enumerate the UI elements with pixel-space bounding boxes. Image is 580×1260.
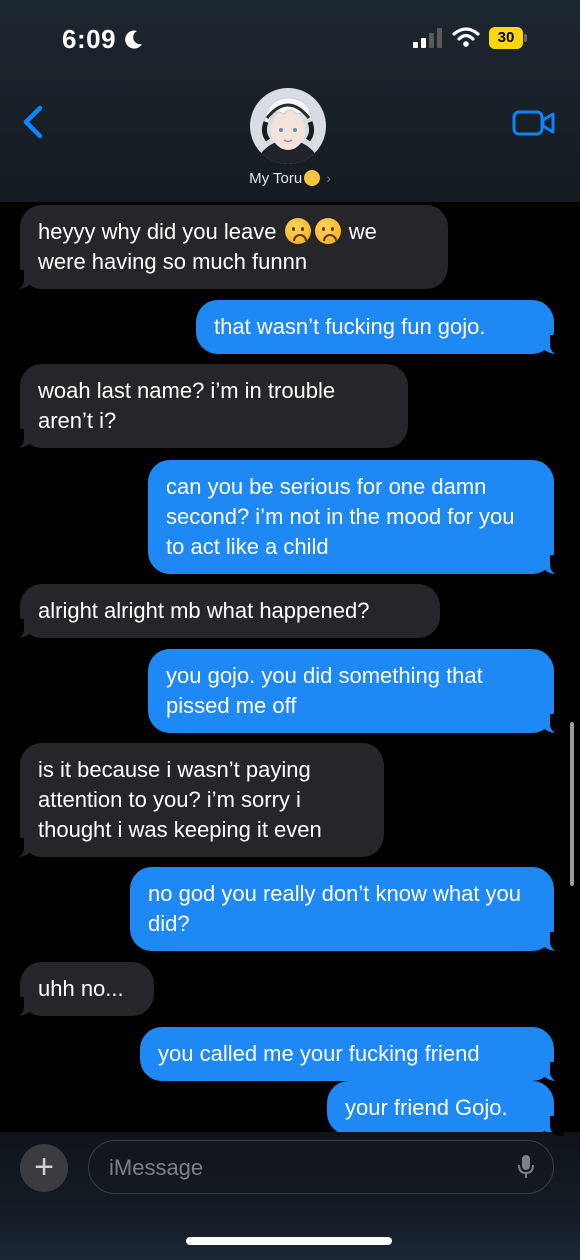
frowning-face-emoji-icon <box>284 218 311 244</box>
outgoing-message[interactable]: you called me your fucking friend <box>140 1027 564 1082</box>
message-composer: + <box>0 1132 580 1260</box>
message-text: heyyy why did you leave we were having s… <box>38 217 430 277</box>
message-list[interactable]: heyyy why did you leave we were having s… <box>0 202 580 1136</box>
scroll-indicator[interactable] <box>570 722 574 886</box>
frowning-face-emoji-icon <box>314 218 341 244</box>
message-text: woah last name? i’m in trouble aren’t i? <box>38 378 336 433</box>
message-text: is it because i wasn’t paying attention … <box>38 757 322 842</box>
outgoing-message[interactable]: you gojo. you did something that pissed … <box>148 649 564 734</box>
incoming-message[interactable]: alright alright mb what happened? <box>10 584 440 639</box>
message-text: that wasn’t fucking fun gojo. <box>214 314 486 339</box>
battery-tip <box>524 34 527 42</box>
incoming-message[interactable]: is it because i wasn’t paying attention … <box>10 743 384 858</box>
message-text: you gojo. you did something that pissed … <box>166 663 483 718</box>
message-text: can you be serious for one damn second? … <box>166 474 515 559</box>
outgoing-message[interactable]: can you be serious for one damn second? … <box>148 460 564 575</box>
microphone-icon[interactable] <box>517 1154 535 1180</box>
incoming-message[interactable]: woah last name? i’m in trouble aren’t i? <box>10 364 408 449</box>
chevron-left-icon <box>23 105 43 139</box>
back-button[interactable] <box>18 104 48 140</box>
message-field[interactable] <box>88 1140 554 1194</box>
avatar-image <box>250 88 326 164</box>
chevron-right-icon: › <box>326 170 331 186</box>
message-text: uhh no... <box>38 976 124 1001</box>
contact-avatar[interactable] <box>250 88 326 164</box>
incoming-message[interactable]: uhh no... <box>10 962 154 1017</box>
moon-icon <box>125 30 142 49</box>
wifi-icon <box>452 27 480 47</box>
cellular-signal-icon <box>413 28 442 48</box>
add-attachment-button[interactable]: + <box>20 1144 68 1192</box>
facetime-video-button[interactable] <box>512 108 556 138</box>
outgoing-message[interactable]: no god you really don’t know what you di… <box>130 867 564 952</box>
status-time: 6:09 <box>62 24 117 54</box>
outgoing-message[interactable]: that wasn’t fucking fun gojo. <box>196 300 564 355</box>
home-indicator[interactable] <box>186 1237 392 1245</box>
message-text: your friend Gojo. <box>345 1095 508 1120</box>
message-text: alright alright mb what happened? <box>38 598 370 623</box>
imessage-conversation-screen: My Toru › 6:09 30 heyyy why did you leav… <box>0 0 580 1260</box>
relieved-face-emoji-icon <box>304 170 321 186</box>
contact-name-button[interactable]: My Toru › <box>0 170 580 187</box>
message-text: no god you really don’t know what you di… <box>148 881 522 936</box>
status-bar: 6:09 30 <box>0 0 580 80</box>
message-input[interactable] <box>107 1141 491 1194</box>
battery-level: 30 <box>489 27 523 49</box>
contact-name: My Toru <box>249 170 303 187</box>
message-text-part: heyyy why did you leave <box>38 219 277 244</box>
video-camera-icon <box>512 110 555 136</box>
outgoing-message[interactable]: your friend Gojo. <box>327 1081 564 1136</box>
message-text: you called me your fucking friend <box>158 1041 480 1066</box>
battery-indicator: 30 <box>489 27 527 49</box>
incoming-message[interactable]: heyyy why did you leave we were having s… <box>10 205 448 290</box>
